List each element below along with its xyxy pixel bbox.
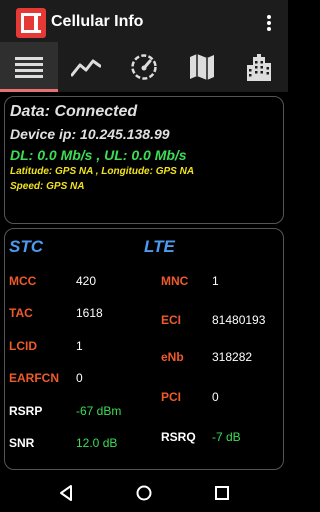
home-icon[interactable] bbox=[134, 483, 154, 503]
tab-map[interactable] bbox=[173, 42, 231, 92]
building-icon bbox=[247, 54, 272, 81]
mcc-label: MCC bbox=[9, 274, 37, 288]
mcc-value: 420 bbox=[76, 274, 97, 288]
eci-value: 81480193 bbox=[212, 313, 266, 327]
tab-list[interactable] bbox=[0, 42, 58, 92]
list-icon bbox=[14, 57, 43, 78]
overflow-menu-icon[interactable] bbox=[262, 13, 276, 33]
speedometer-icon bbox=[131, 54, 157, 80]
tab-speed[interactable] bbox=[115, 42, 173, 92]
rsrq-label: RSRQ bbox=[161, 430, 196, 444]
line-chart-icon bbox=[71, 59, 102, 77]
system-nav-bar bbox=[0, 474, 288, 512]
mnc-value: 1 bbox=[212, 274, 219, 288]
lcid-value: 1 bbox=[76, 339, 83, 353]
pci-label: PCI bbox=[161, 390, 182, 404]
operator-name: STC bbox=[9, 237, 43, 256]
rsrq-value: -7 dB bbox=[212, 430, 241, 444]
rsrp-value: -67 dBm bbox=[76, 404, 122, 418]
cell-info-panel: STC LTE MCC 420 TAC 1618 LCID 1 EARFCN 0… bbox=[4, 228, 284, 470]
app-logo-icon bbox=[16, 8, 46, 38]
gps-speed: Speed: GPS NA bbox=[10, 181, 85, 192]
gps-location: Latitude: GPS NA , Longitude: GPS NA bbox=[10, 166, 195, 177]
pci-value: 0 bbox=[212, 390, 219, 404]
app-bar: Cellular Info bbox=[0, 4, 288, 42]
earfcn-value: 0 bbox=[76, 371, 83, 385]
back-icon[interactable] bbox=[56, 483, 76, 503]
earfcn-label: EARFCN bbox=[9, 371, 59, 385]
rsrp-label: RSRP bbox=[9, 404, 43, 418]
mnc-label: MNC bbox=[161, 274, 189, 288]
data-status: Data: Connected bbox=[10, 103, 138, 120]
recents-icon[interactable] bbox=[212, 483, 232, 503]
tab-bar bbox=[0, 42, 288, 92]
map-icon bbox=[189, 54, 214, 80]
eci-label: ECI bbox=[161, 313, 182, 327]
enb-label: eNb bbox=[161, 350, 184, 364]
snr-value: 12.0 dB bbox=[76, 436, 118, 450]
app-title: Cellular Info bbox=[51, 13, 144, 30]
tab-graph[interactable] bbox=[58, 42, 116, 92]
lcid-label: LCID bbox=[9, 339, 37, 353]
network-type: LTE bbox=[144, 237, 175, 256]
device-ip: Device ip: 10.245.138.99 bbox=[10, 126, 170, 142]
tac-value: 1618 bbox=[76, 306, 103, 320]
tab-towers[interactable] bbox=[230, 42, 288, 92]
connection-panel: Data: Connected Device ip: 10.245.138.99… bbox=[4, 96, 284, 224]
transfer-speed: DL: 0.0 Mb/s , UL: 0.0 Mb/s bbox=[10, 147, 187, 163]
tac-label: TAC bbox=[9, 306, 33, 320]
snr-label: SNR bbox=[9, 436, 35, 450]
enb-value: 318282 bbox=[212, 350, 253, 364]
